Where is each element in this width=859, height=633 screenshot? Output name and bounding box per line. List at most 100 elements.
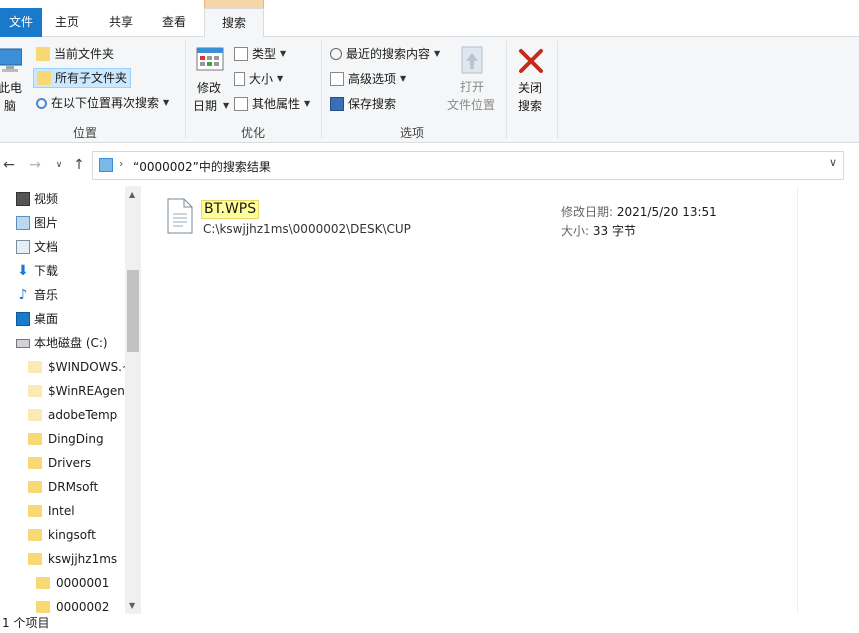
pictures-icon xyxy=(16,216,30,230)
nav-item-folder[interactable]: DRMsoft xyxy=(28,475,98,499)
result-file-name[interactable]: BT.WPS xyxy=(201,200,260,219)
current-folder-button[interactable]: 当前文件夹 xyxy=(36,44,114,64)
refine-group-label: 优化 xyxy=(240,126,265,140)
tab-share[interactable]: 共享 xyxy=(99,8,143,37)
tab-file[interactable]: 文件 xyxy=(0,8,42,37)
nav-item-local-disk[interactable]: 本地磁盘 (C:) xyxy=(16,331,108,355)
size-dropdown[interactable]: 大小 ▼ xyxy=(234,69,283,89)
nav-item-documents[interactable]: 文档 xyxy=(16,235,58,259)
recent-locations-chevron-icon[interactable]: ∨ xyxy=(50,156,68,174)
nav-item-folder[interactable]: 0000001 xyxy=(36,571,109,595)
nav-item-folder[interactable]: $WinREAgent xyxy=(28,379,130,403)
back-icon[interactable]: ← xyxy=(0,156,18,174)
group-divider xyxy=(557,41,558,139)
chevron-up-icon[interactable]: ▲ xyxy=(129,190,135,199)
options-group-label: 选项 xyxy=(399,126,424,140)
nav-item-folder[interactable]: DingDing xyxy=(28,427,104,451)
close-search-button[interactable]: 关闭 搜索 xyxy=(512,45,552,117)
recent-searches-dropdown[interactable]: 最近的搜索内容 ▼ xyxy=(330,44,440,64)
nav-item-music[interactable]: ♪ 音乐 xyxy=(16,283,58,307)
nav-item-label: 0000002 xyxy=(56,600,110,614)
open-file-location-button[interactable]: 打开 文件位置 xyxy=(446,45,498,117)
type-icon xyxy=(234,47,248,61)
nav-item-folder[interactable]: 0000002 xyxy=(36,595,109,616)
nav-scrollbar[interactable]: ▲ ▼ xyxy=(125,186,141,614)
ribbon: 此电 脑 当前文件夹 所有子文件夹 在以下位置再次搜索 ▼ 位置 修改 日期 ▼… xyxy=(0,37,859,143)
forward-icon[interactable]: → xyxy=(26,156,44,174)
search-again-label: 在以下位置再次搜索 xyxy=(51,96,160,110)
up-icon[interactable]: ↑ xyxy=(70,156,88,174)
this-pc-label-1: 此电 xyxy=(0,81,23,95)
this-pc-label-2: 脑 xyxy=(4,99,17,113)
nav-item-videos[interactable]: 视频 xyxy=(16,187,58,211)
nav-item-label: DRMsoft xyxy=(48,480,99,494)
nav-item-label: Drivers xyxy=(48,456,92,470)
nav-item-folder[interactable]: kswjjhz1ms xyxy=(28,547,117,571)
type-dropdown[interactable]: 类型 ▼ xyxy=(234,44,286,64)
open-location-label-1: 打开 xyxy=(460,80,485,94)
nav-item-label: 文档 xyxy=(34,240,59,254)
search-tools-context-tab xyxy=(204,0,264,8)
address-bar[interactable]: › “0000002”中的搜索结果 ∨ xyxy=(92,151,844,180)
tab-home[interactable]: 主页 xyxy=(45,8,89,37)
documents-icon xyxy=(16,240,30,254)
location-group-label: 位置 xyxy=(72,126,97,140)
other-properties-dropdown[interactable]: 其他属性 ▼ xyxy=(234,94,310,114)
search-results-pane xyxy=(143,186,859,616)
this-pc-button[interactable]: 此电 脑 xyxy=(0,45,28,117)
nav-item-folder[interactable]: Drivers xyxy=(28,451,91,475)
nav-item-label: kswjjhz1ms xyxy=(48,552,118,566)
all-subfolders-label: 所有子文件夹 xyxy=(55,71,128,85)
folder-icon xyxy=(36,601,50,613)
nav-item-folder[interactable]: kingsoft xyxy=(28,523,96,547)
close-search-label-2: 搜索 xyxy=(518,99,543,113)
folder-icon xyxy=(28,457,42,469)
search-again-dropdown[interactable]: 在以下位置再次搜索 ▼ xyxy=(36,93,169,113)
date-modified-label-2: 日期 xyxy=(193,99,218,113)
date-modified-value: 2021/5/20 13:51 xyxy=(616,205,717,219)
chevron-down-icon[interactable]: ∨ xyxy=(829,156,837,169)
result-date-modified: 修改日期: 2021/5/20 13:51 xyxy=(561,203,717,220)
nav-item-folder[interactable]: $WINDOWS.~ xyxy=(28,355,132,379)
chevron-down-icon: ▼ xyxy=(434,49,441,58)
tab-search[interactable]: 搜索 xyxy=(204,8,264,38)
folder-icon xyxy=(28,505,42,517)
folder-icon xyxy=(28,433,42,445)
search-folder-icon xyxy=(36,97,47,109)
file-icon[interactable] xyxy=(166,198,194,234)
size-value: 33 字节 xyxy=(592,224,636,238)
chevron-down-icon: ▼ xyxy=(277,74,284,83)
nav-item-label: 视频 xyxy=(34,192,59,206)
folder-icon xyxy=(28,529,42,541)
chevron-down-icon[interactable]: ▼ xyxy=(129,601,135,610)
close-search-label-1: 关闭 xyxy=(518,81,543,95)
nav-item-folder[interactable]: adobeTemp xyxy=(28,403,117,427)
close-icon xyxy=(519,49,543,73)
tab-view[interactable]: 查看 xyxy=(152,8,196,37)
size-label: 大小: xyxy=(561,224,590,238)
result-file-path: C:\kswjjhz1ms\0000002\DESK\CUP xyxy=(203,222,411,236)
nav-item-downloads[interactable]: ⬇ 下载 xyxy=(16,259,58,283)
subfolders-icon xyxy=(37,71,51,85)
drive-icon xyxy=(16,338,30,348)
nav-item-pictures[interactable]: 图片 xyxy=(16,211,58,235)
all-subfolders-button[interactable]: 所有子文件夹 xyxy=(33,68,131,88)
scrollbar-thumb[interactable] xyxy=(127,270,139,352)
search-results-icon xyxy=(99,158,113,172)
save-search-button[interactable]: 保存搜索 xyxy=(330,94,396,114)
folder-icon xyxy=(28,409,42,421)
date-modified-button[interactable]: 修改 日期 ▼ xyxy=(192,45,229,117)
nav-item-desktop[interactable]: 桌面 xyxy=(16,307,58,331)
current-folder-label: 当前文件夹 xyxy=(54,47,115,61)
result-size: 大小: 33 字节 xyxy=(561,222,636,239)
size-label: 大小 xyxy=(249,72,274,86)
advanced-options-dropdown[interactable]: 高级选项 ▼ xyxy=(330,69,406,89)
nav-item-label: 音乐 xyxy=(34,288,59,302)
folder-icon xyxy=(36,47,50,61)
nav-item-folder[interactable]: Intel xyxy=(28,499,75,523)
properties-icon xyxy=(234,97,248,111)
chevron-down-icon: ▼ xyxy=(280,49,287,58)
computer-icon xyxy=(0,48,22,72)
nav-item-label: 下载 xyxy=(34,264,59,278)
save-icon xyxy=(330,97,344,111)
